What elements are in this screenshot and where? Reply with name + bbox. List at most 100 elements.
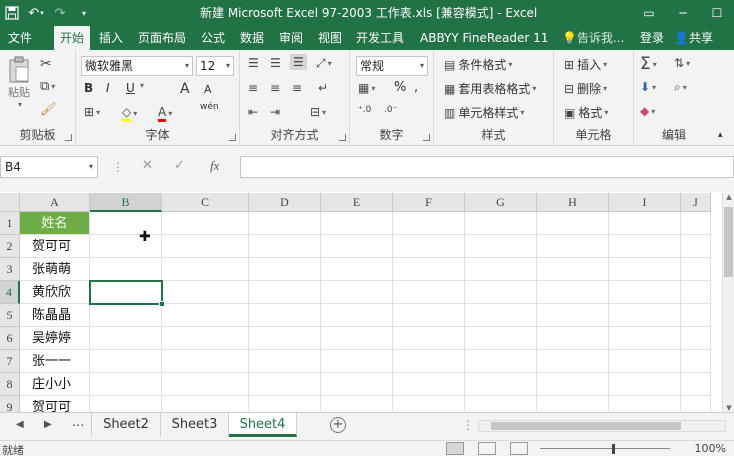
cell-f5[interactable] [393,304,465,327]
align-bottom-icon[interactable]: ☰ [290,54,307,70]
cell-d8[interactable] [249,373,321,396]
tab-data[interactable]: 数据 [240,26,264,50]
font-color-button[interactable]: A ▾ [158,105,172,122]
cell-b7[interactable] [90,350,162,373]
cell-f2[interactable] [393,235,465,258]
column-header-g[interactable]: G [465,193,537,212]
column-header-c[interactable]: C [162,193,249,212]
fill-color-icon[interactable]: ◇ ▾ [122,105,137,122]
cancel-icon[interactable]: ✕ [142,158,153,173]
grow-font-button[interactable]: A [180,81,190,97]
tab-home[interactable]: 开始 [54,26,91,50]
cell-f6[interactable] [393,327,465,350]
cell-i8[interactable] [609,373,681,396]
cell-h3[interactable] [537,258,609,281]
cell-e9[interactable] [321,396,393,412]
cell-d3[interactable] [249,258,321,281]
cell-j5[interactable] [681,304,711,327]
cut-icon[interactable]: ✂ [40,56,52,72]
cell-i2[interactable] [609,235,681,258]
cell-h5[interactable] [537,304,609,327]
paste-button[interactable]: 粘贴 ▾ [4,56,34,109]
cell-h4[interactable] [537,281,609,304]
row-header-7[interactable]: 7 [0,350,20,373]
cell-c1[interactable] [162,212,249,235]
cell-d1[interactable] [249,212,321,235]
tab-review[interactable]: 审阅 [279,26,303,50]
increase-decimal-icon[interactable]: ⁺.0 [358,105,371,115]
align-right-icon[interactable]: ≡ [292,81,302,95]
name-box[interactable]: B4 ▾ [0,156,98,178]
cell-b9[interactable] [90,396,162,412]
cell-b5[interactable] [90,304,162,327]
add-sheet-icon[interactable]: + [330,417,346,433]
insert-cells-button[interactable]: ⊞ 插入 ▾ [564,56,607,73]
row-header-5[interactable]: 5 [0,304,20,327]
number-format-select[interactable]: 常规 ▾ [356,56,428,76]
cell-j7[interactable] [681,350,711,373]
font-name-select[interactable]: 微软雅黑 ▾ [81,56,193,76]
cell-h9[interactable] [537,396,609,412]
cell-j8[interactable] [681,373,711,396]
cell-a8[interactable]: 庄小小 [20,373,90,396]
cell-a3[interactable]: 张萌萌 [20,258,90,281]
row-header-8[interactable]: 8 [0,373,20,396]
percent-style-button[interactable]: % [394,80,406,95]
cell-h7[interactable] [537,350,609,373]
column-header-e[interactable]: E [321,193,393,212]
cell-f7[interactable] [393,350,465,373]
align-center-icon[interactable]: ≡ [270,81,280,95]
cell-j6[interactable] [681,327,711,350]
cell-c5[interactable] [162,304,249,327]
conditional-formatting-button[interactable]: ▤ 条件格式 ▾ [444,56,512,73]
row-header-6[interactable]: 6 [0,327,20,350]
cell-b8[interactable] [90,373,162,396]
formula-input[interactable] [240,156,734,178]
row-header-9[interactable]: 9 [0,396,20,412]
cell-g9[interactable] [465,396,537,412]
ribbon-display-options-icon[interactable]: ▭ [632,0,666,26]
cell-g5[interactable] [465,304,537,327]
undo-icon[interactable]: ↶ ▾ [24,0,48,26]
cell-b2[interactable] [90,235,162,258]
column-header-a[interactable]: A [20,193,90,212]
cell-e3[interactable] [321,258,393,281]
cell-c7[interactable] [162,350,249,373]
sheet-tab-sheet3[interactable]: Sheet3 [161,413,229,437]
underline-button[interactable]: U [126,81,135,95]
align-left-icon[interactable]: ≡ [248,81,258,95]
column-header-h[interactable]: H [537,193,609,212]
font-launcher-icon[interactable] [229,134,236,141]
scroll-up-icon[interactable]: ▲ [723,193,734,201]
sort-filter-icon[interactable]: ⇅ ▾ [674,56,690,70]
maximize-icon[interactable]: ☐ [700,0,734,26]
cell-j1[interactable] [681,212,711,235]
cell-h6[interactable] [537,327,609,350]
normal-view-icon[interactable] [446,442,464,455]
tab-abbyy[interactable]: ABBYY FineReader 11 [420,26,548,50]
cell-g2[interactable] [465,235,537,258]
cell-a7[interactable]: 张一一 [20,350,90,373]
cell-e8[interactable] [321,373,393,396]
sheet-tab-sheet2[interactable]: Sheet2 [91,413,161,437]
vertical-scroll-thumb[interactable] [724,207,733,277]
column-header-f[interactable]: F [393,193,465,212]
sheet-nav-more[interactable]: ... [72,415,84,430]
sheet-nav-next-icon[interactable]: ▶ [44,419,52,430]
tab-insert[interactable]: 插入 [99,26,123,50]
tab-file[interactable]: 文件 [8,26,32,50]
underline-dropdown-icon[interactable]: ▾ [138,81,144,90]
row-header-3[interactable]: 3 [0,258,20,281]
cell-c6[interactable] [162,327,249,350]
cell-b6[interactable] [90,327,162,350]
cell-a2[interactable]: 贺可可 [20,235,90,258]
sheet-nav-prev-icon[interactable]: ◀ [16,419,24,430]
select-all-corner[interactable] [0,193,20,212]
font-size-select[interactable]: 12 ▾ [196,56,234,76]
cell-f1[interactable] [393,212,465,235]
cell-e2[interactable] [321,235,393,258]
cell-g3[interactable] [465,258,537,281]
customize-qat-icon[interactable]: ▾ [72,0,96,26]
accounting-format-icon[interactable]: ▦ ▾ [358,81,375,95]
cell-e4[interactable] [321,281,393,304]
